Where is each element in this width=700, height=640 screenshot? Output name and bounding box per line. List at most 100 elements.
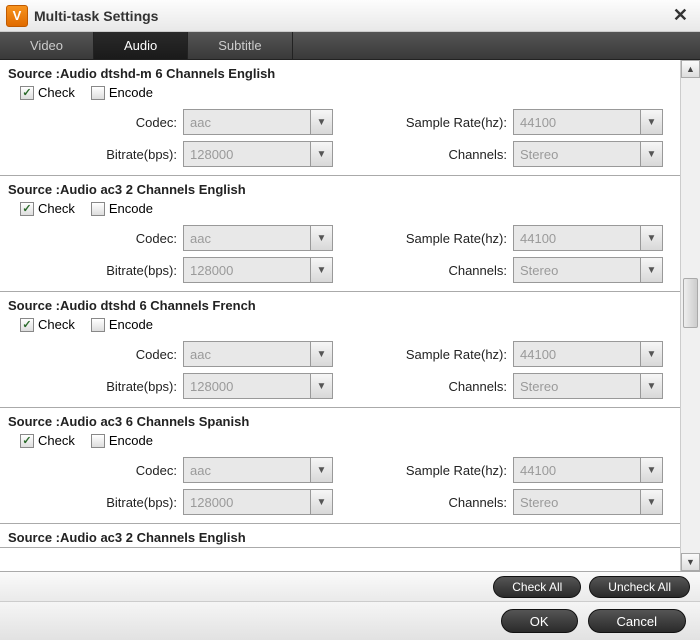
- combo-value: 128000: [184, 495, 310, 510]
- combo-value: 128000: [184, 263, 310, 278]
- check-all-button[interactable]: Check All: [493, 576, 581, 598]
- checkbox-icon: [91, 434, 105, 448]
- check-checkbox[interactable]: Check: [20, 433, 75, 448]
- sample-rate-label: Sample Rate(hz):: [353, 115, 513, 130]
- chevron-down-icon[interactable]: ▼: [640, 110, 662, 134]
- encode-checkbox[interactable]: Encode: [91, 85, 153, 100]
- chevron-down-icon[interactable]: ▼: [640, 258, 662, 282]
- chevron-down-icon[interactable]: ▼: [640, 342, 662, 366]
- chevron-down-icon[interactable]: ▼: [310, 226, 332, 250]
- dialog-button-bar: OK Cancel: [0, 602, 700, 640]
- codec-select[interactable]: aac▼: [183, 225, 333, 251]
- bitrate-select[interactable]: 128000▼: [183, 257, 333, 283]
- codec-select[interactable]: aac▼: [183, 109, 333, 135]
- chevron-down-icon[interactable]: ▼: [310, 490, 332, 514]
- codec-select[interactable]: aac▼: [183, 457, 333, 483]
- combo-value: Stereo: [514, 379, 640, 394]
- codec-label: Codec:: [8, 347, 183, 362]
- check-checkbox[interactable]: Check: [20, 201, 75, 216]
- sample-rate-select[interactable]: 44100▼: [513, 109, 663, 135]
- close-icon[interactable]: ✕: [667, 5, 694, 26]
- combo-value: 44100: [514, 347, 640, 362]
- source-block: Source :Audio ac3 2 Channels English Chec…: [0, 176, 680, 292]
- encode-label: Encode: [109, 433, 153, 448]
- source-block: Source :Audio dtshd 6 Channels French Che…: [0, 292, 680, 408]
- check-label: Check: [38, 317, 75, 332]
- scroll-down-icon[interactable]: ▼: [681, 553, 700, 571]
- chevron-down-icon[interactable]: ▼: [310, 258, 332, 282]
- sample-rate-label: Sample Rate(hz):: [353, 347, 513, 362]
- chevron-down-icon[interactable]: ▼: [310, 458, 332, 482]
- param-row: Codec:aac▼Sample Rate(hz):44100▼: [0, 222, 680, 254]
- encode-checkbox[interactable]: Encode: [91, 317, 153, 332]
- bitrate-select[interactable]: 128000▼: [183, 373, 333, 399]
- combo-value: Stereo: [514, 495, 640, 510]
- encode-checkbox[interactable]: Encode: [91, 433, 153, 448]
- source-header: Source :Audio ac3 2 Channels English: [0, 176, 680, 199]
- param-row: Bitrate(bps):128000▼Channels:Stereo▼: [0, 254, 680, 291]
- combo-value: Stereo: [514, 147, 640, 162]
- scroll-track[interactable]: [681, 78, 700, 553]
- chevron-down-icon[interactable]: ▼: [310, 142, 332, 166]
- tab-audio[interactable]: Audio: [94, 32, 188, 59]
- check-row: Check Encode: [0, 83, 680, 106]
- source-header: Source :Audio dtshd 6 Channels French: [0, 292, 680, 315]
- checkbox-icon: [91, 202, 105, 216]
- combo-value: aac: [184, 347, 310, 362]
- check-checkbox[interactable]: Check: [20, 317, 75, 332]
- source-header: Source :Audio dtshd-m 6 Channels English: [0, 60, 680, 83]
- encode-label: Encode: [109, 201, 153, 216]
- scroll-thumb[interactable]: [683, 278, 698, 328]
- chevron-down-icon[interactable]: ▼: [640, 458, 662, 482]
- chevron-down-icon[interactable]: ▼: [310, 110, 332, 134]
- bitrate-label: Bitrate(bps):: [8, 263, 183, 278]
- window-title: Multi-task Settings: [34, 8, 667, 24]
- param-row: Bitrate(bps):128000▼Channels:Stereo▼: [0, 486, 680, 523]
- source-list: Source :Audio dtshd-m 6 Channels English…: [0, 60, 680, 571]
- channels-select[interactable]: Stereo▼: [513, 489, 663, 515]
- checkbox-icon: [20, 202, 34, 216]
- chevron-down-icon[interactable]: ▼: [640, 490, 662, 514]
- checkbox-icon: [91, 86, 105, 100]
- param-row: Codec:aac▼Sample Rate(hz):44100▼: [0, 338, 680, 370]
- source-block: Source :Audio ac3 2 Channels English: [0, 524, 680, 548]
- sample-rate-select[interactable]: 44100▼: [513, 341, 663, 367]
- cancel-button[interactable]: Cancel: [588, 609, 686, 633]
- ok-button[interactable]: OK: [501, 609, 578, 633]
- channels-select[interactable]: Stereo▼: [513, 373, 663, 399]
- combo-value: 44100: [514, 115, 640, 130]
- bitrate-select[interactable]: 128000▼: [183, 489, 333, 515]
- param-row: Bitrate(bps):128000▼Channels:Stereo▼: [0, 138, 680, 175]
- check-label: Check: [38, 433, 75, 448]
- chevron-down-icon[interactable]: ▼: [310, 342, 332, 366]
- tab-bar: Video Audio Subtitle: [0, 32, 700, 60]
- tab-video[interactable]: Video: [0, 32, 94, 59]
- codec-label: Codec:: [8, 231, 183, 246]
- sample-rate-select[interactable]: 44100▼: [513, 225, 663, 251]
- scroll-up-icon[interactable]: ▲: [681, 60, 700, 78]
- chevron-down-icon[interactable]: ▼: [310, 374, 332, 398]
- channels-label: Channels:: [353, 379, 513, 394]
- uncheck-all-button[interactable]: Uncheck All: [589, 576, 690, 598]
- channels-select[interactable]: Stereo▼: [513, 257, 663, 283]
- chevron-down-icon[interactable]: ▼: [640, 142, 662, 166]
- channels-select[interactable]: Stereo▼: [513, 141, 663, 167]
- codec-select[interactable]: aac▼: [183, 341, 333, 367]
- bitrate-label: Bitrate(bps):: [8, 379, 183, 394]
- check-checkbox[interactable]: Check: [20, 85, 75, 100]
- sample-rate-select[interactable]: 44100▼: [513, 457, 663, 483]
- source-block: Source :Audio dtshd-m 6 Channels English…: [0, 60, 680, 176]
- chevron-down-icon[interactable]: ▼: [640, 226, 662, 250]
- combo-value: 128000: [184, 147, 310, 162]
- combo-value: 44100: [514, 231, 640, 246]
- encode-checkbox[interactable]: Encode: [91, 201, 153, 216]
- checkbox-icon: [20, 318, 34, 332]
- vertical-scrollbar[interactable]: ▲ ▼: [680, 60, 700, 571]
- channels-label: Channels:: [353, 147, 513, 162]
- chevron-down-icon[interactable]: ▼: [640, 374, 662, 398]
- check-label: Check: [38, 201, 75, 216]
- checkbox-icon: [20, 86, 34, 100]
- tab-subtitle[interactable]: Subtitle: [188, 32, 292, 59]
- bitrate-select[interactable]: 128000▼: [183, 141, 333, 167]
- source-header: Source :Audio ac3 6 Channels Spanish: [0, 408, 680, 431]
